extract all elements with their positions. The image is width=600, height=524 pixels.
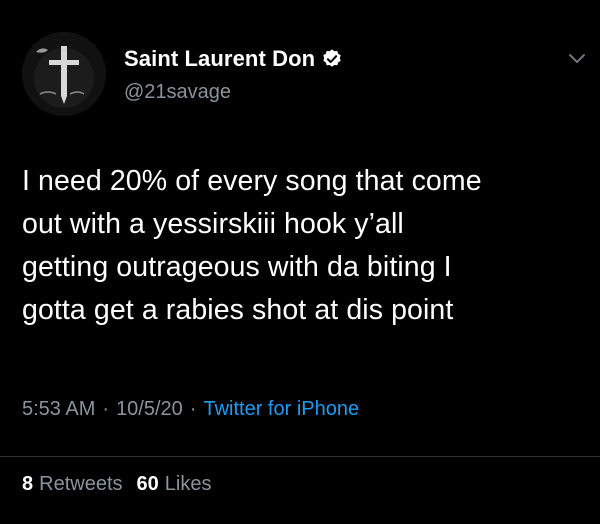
tweet-stats: 8 Retweets 60 Likes (22, 473, 211, 496)
retweets-label: Retweets (39, 473, 123, 495)
tweet-date[interactable]: 10/5/20 (116, 398, 183, 421)
tweet-time[interactable]: 5:53 AM (22, 398, 95, 421)
meta-separator: · (189, 398, 197, 420)
likes-label: Likes (164, 473, 212, 495)
chevron-down-icon[interactable] (568, 52, 586, 64)
meta-separator: · (102, 398, 110, 420)
retweets-count: 8 (22, 473, 34, 495)
retweets-stat[interactable]: 8 Retweets (22, 473, 123, 496)
tweet-card: Saint Laurent Don @21savage I need 20% o… (0, 0, 600, 524)
user-handle[interactable]: @21savage (124, 81, 231, 104)
likes-stat[interactable]: 60 Likes (137, 473, 212, 496)
divider (0, 456, 600, 457)
avatar-image (22, 32, 106, 116)
likes-count: 60 (136, 473, 159, 495)
verified-badge-icon (321, 48, 343, 70)
display-name[interactable]: Saint Laurent Don (124, 46, 315, 72)
tweet-text: I need 20% of every song that come out w… (22, 165, 482, 326)
name-row: Saint Laurent Don (124, 46, 343, 72)
tweet-source-link[interactable]: Twitter for iPhone (203, 398, 359, 421)
avatar[interactable] (22, 32, 106, 116)
tweet-meta: 5:53 AM · 10/5/20 · Twitter for iPhone (22, 398, 359, 421)
